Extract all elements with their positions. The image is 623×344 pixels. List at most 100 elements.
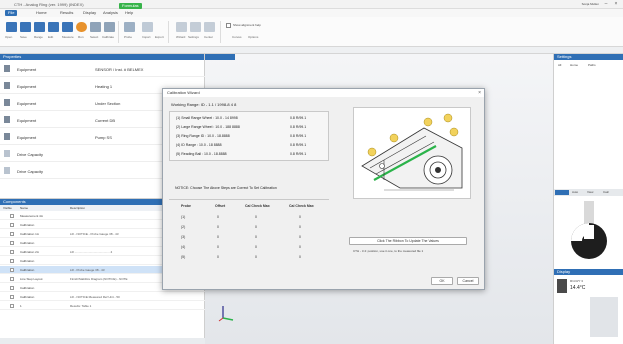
table-row[interactable]: Calibration LR - NOTICE Measured Ref Unit… [0,293,205,301]
measure-icon[interactable] [62,22,73,32]
cell: (5) [181,255,186,259]
probe-row[interactable]: (1) 0 0 0 [175,213,325,222]
property-row[interactable]: Equipment SENSOR / Inst. # BELMEX [0,62,205,77]
cell: 0 [255,245,257,249]
row-name: Calibration 2A [20,250,39,254]
settings-icon[interactable] [190,22,201,32]
range-group: (1) Small Range Wheel : 10.0 - 14 8998 0… [169,111,329,161]
import-icon[interactable] [142,22,153,32]
probe-row[interactable]: (2) 0 0 0 [175,223,325,232]
dialog-hint: CTH - 3.4: position, use it one, to the … [353,249,424,253]
calibration-notice: NOTICE: Choose The Above Steps are Corre… [175,186,277,190]
cell: 0 [255,225,257,229]
range-icon[interactable] [34,22,45,32]
range-label: (2) Large Range Wheel : 10.0 - 188 8888 [176,125,240,129]
row-desc: LR - NOTICE Measured Ref Unit - 50 [70,295,120,299]
settings-header: Settings [554,54,623,60]
save-icon[interactable] [20,22,31,32]
row-checkbox[interactable] [10,232,14,236]
tab-file[interactable]: File [5,10,18,16]
calibrate-icon[interactable] [104,22,115,32]
tab-display[interactable]: Display [80,10,99,16]
cell: 0 [255,235,257,239]
row-checkbox[interactable] [10,295,14,299]
open-icon[interactable] [6,22,17,32]
cell: 0 [217,255,219,259]
tab-home[interactable]: Home [33,10,50,16]
column-header[interactable]: Name [20,205,28,211]
run-icon[interactable] [76,22,87,32]
preview-tab-active[interactable] [555,190,569,195]
row-checkbox[interactable] [10,223,14,227]
tab-formulas[interactable]: Formulas [119,3,142,9]
close-icon[interactable]: × [478,90,481,96]
row-name: Calibration [20,268,35,272]
ok-button[interactable]: OK [431,277,453,285]
row-checkbox[interactable] [10,304,14,308]
property-value: Under Section [95,101,121,106]
tab-results[interactable]: Results [57,10,76,16]
property-key: Drive Capacity [17,169,44,174]
cell: 0 [217,225,219,229]
account-name[interactable]: Sonja Mullen [582,2,599,6]
row-desc: LR - Probe Gauge 38 - 43 [70,268,105,272]
row-checkbox[interactable] [10,286,14,290]
column-header[interactable]: Description [70,205,85,211]
row-checkbox[interactable] [10,241,14,245]
probe-row[interactable]: (5) 0 0 0 [175,253,325,262]
settings-item[interactable]: All [558,63,561,67]
viewport-tab[interactable] [205,54,235,60]
alignment-checkbox[interactable] [226,23,231,28]
minimize-icon[interactable]: – [603,1,609,7]
cancel-button[interactable]: Cancel [457,277,479,285]
ribbon-tabs: File Home Results Display Analysis Help … [0,3,623,17]
column-header[interactable]: Visible [3,205,12,211]
edit-icon[interactable] [48,22,59,32]
cell: 0 [217,235,219,239]
temperature-value: 14.4°C [570,285,586,291]
alignment-checkbox-label: Show alignment help [233,23,261,27]
equipment-icon [4,99,10,106]
settings-item[interactable]: Home [570,63,578,67]
ring-gauge-model [571,201,607,259]
range-status: 0.8 R/99.1 [290,125,307,129]
center-icon[interactable] [204,22,215,32]
ribbon-toolbar: Show alignment help Open Save Range Edit… [0,17,623,47]
cell: 0 [255,215,257,219]
probe-table: Probe Offset Cal Check Max Cal Check Max… [169,199,329,269]
select-icon[interactable] [90,22,101,32]
settings-item[interactable]: Paths [588,63,596,67]
row-checkbox[interactable] [10,259,14,263]
row-checkbox[interactable] [10,277,14,281]
ribbon-label: Probe [124,35,133,39]
row-checkbox[interactable] [10,268,14,272]
cell: 0 [299,215,301,219]
ribbon-label: Range [34,35,43,39]
probe-row[interactable]: (4) 0 0 0 [175,243,325,252]
preview-tab[interactable]: Calc [603,190,609,194]
row-desc: LR .....................................… [70,250,113,254]
range-status: 0.8 R/99.1 [290,134,307,138]
preview-tab[interactable]: Auto [572,190,578,194]
close-icon[interactable]: × [613,1,619,7]
preview-tab[interactable]: View [587,190,593,194]
update-values-button[interactable]: Click The Ribbon To Update The Values [349,237,467,245]
probe-row[interactable]: (3) 0 0 0 [175,233,325,242]
display-panel: Display R/4 R/Y 3 14.4°C [553,269,623,344]
thermometer-icon [557,279,567,293]
wizard-icon[interactable] [176,22,187,32]
probe-icon[interactable] [124,22,135,32]
row-name: Calibration [20,286,35,290]
tab-analysis[interactable]: Analysis [100,10,121,16]
tab-help[interactable]: Help [122,10,136,16]
row-checkbox[interactable] [10,214,14,218]
row-checkbox[interactable] [10,250,14,254]
ribbon-separator [220,21,221,43]
ribbon-separator [118,21,119,43]
table-row[interactable]: 1 Results: Table 1 [0,302,205,310]
cell: (2) [181,225,186,229]
cell: 0 [217,215,219,219]
range-label: (5) Reading Ball : 10.0 - 18.8888 [176,152,227,156]
property-key: Equipment [17,101,37,106]
ribbon-label: Select [90,35,99,39]
